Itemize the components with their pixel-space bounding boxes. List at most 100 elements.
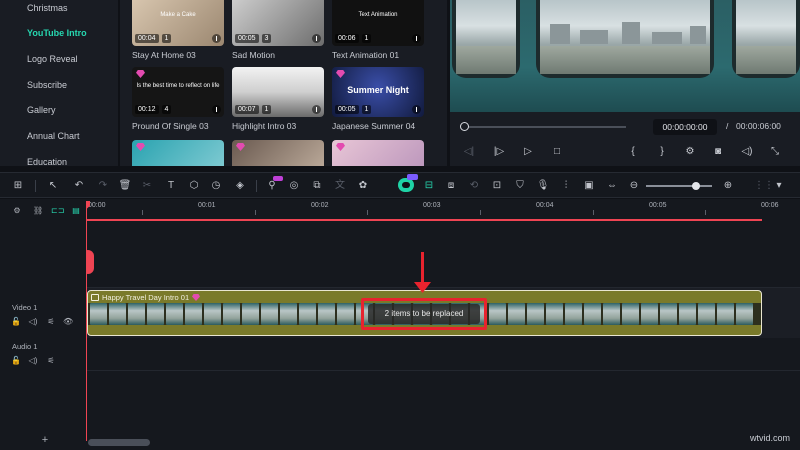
volume-icon[interactable]: ◁) [740,145,754,159]
fit-timeline-icon[interactable]: ⇔ [605,179,619,193]
template-thumbnail[interactable]: 00:05 3 [232,0,324,46]
playhead-marker[interactable] [86,250,94,274]
template-thumbnail[interactable] [332,140,424,166]
horizontal-scrollbar[interactable] [88,439,150,446]
playhead[interactable] [86,201,94,441]
clip-info-icon[interactable]: ⧈ [444,179,458,193]
zoom-out-icon[interactable]: ⊖ [627,179,641,193]
color-palette-icon[interactable]: ✿ [356,179,370,193]
chevron-down-icon[interactable]: ▾ [772,179,786,193]
eye-icon[interactable]: 👁 [63,317,73,327]
split-icon[interactable]: ✂ [140,179,154,193]
playback-scrubber[interactable] [460,122,626,131]
download-icon[interactable] [312,34,321,43]
template-card[interactable]: 00:07 1 Highlight Intro 03 [232,67,324,131]
template-card[interactable]: Summer Night 00:05 1 Japanese Summer 04 [332,67,424,131]
mute-icon[interactable]: ⚟ [46,356,56,366]
stabilize-icon[interactable]: ⟲ [467,179,481,193]
audio-track[interactable] [86,338,800,370]
zoom-in-icon[interactable]: ⊕ [721,179,735,193]
layout-grid-icon[interactable]: ⊞ [11,179,25,193]
shield-icon[interactable]: ⛉ [513,179,527,193]
auto-reframe-icon[interactable]: ◎ [287,179,301,193]
panel-grip-icon[interactable]: ⋮⋮ [754,179,774,193]
microphone-icon[interactable]: 🎙 [536,179,550,193]
audio-mixer-icon[interactable]: ⫶ [559,179,573,193]
ai-copilot-button[interactable] [398,178,414,192]
mask-icon[interactable]: ⊡ [490,179,504,193]
template-card[interactable] [232,140,324,166]
speed-icon[interactable]: ◷ [209,179,223,193]
time-ruler[interactable]: 00:00 00:01 00:02 00:03 00:04 00:05 00:0… [86,199,800,221]
download-icon[interactable] [412,105,421,114]
template-thumbnail[interactable]: 00:07 1 [232,67,324,117]
template-thumbnail[interactable] [132,140,224,166]
snapshot-icon[interactable]: ◙ [711,145,725,159]
select-tool-icon[interactable]: ↖ [46,179,60,193]
sidebar-item-education[interactable]: Education [27,157,67,166]
download-icon[interactable] [312,105,321,114]
download-icon[interactable] [212,34,221,43]
copy-icon[interactable]: ⧉ [310,179,324,193]
template-card[interactable]: Text Animation 00:06 1 Text Animation 01 [332,0,424,60]
template-card[interactable]: 00:05 3 Sad Motion [232,0,324,60]
download-icon[interactable] [212,105,221,114]
zoom-slider[interactable] [646,182,712,190]
filmstrip-frame [508,303,525,325]
next-frame-icon[interactable]: |▷ [492,145,506,159]
template-thumbnail[interactable]: Text Animation 00:06 1 [332,0,424,46]
translate-icon[interactable]: 文 [333,179,347,193]
filmstrip-frame [565,303,582,325]
fullscreen-icon[interactable]: ⤡ [768,145,782,159]
auto-ripple-icon[interactable]: ⊏⊐ [51,206,64,216]
render-preview-icon[interactable]: ▣ [582,179,596,193]
template-card[interactable]: Is the best time to reflect on life 00:1… [132,67,224,131]
play-icon[interactable]: ▷ [521,145,535,159]
volume-icon[interactable]: ◁) [28,317,38,327]
category-sidebar: Christmas YouTube Intro Logo Reveal Subs… [0,0,118,166]
sidebar-item-christmas[interactable]: Christmas [27,3,68,13]
template-card[interactable]: Make a Cake 00:04 1 Stay At Home 03 [132,0,224,60]
mute-icon[interactable]: ⚟ [46,317,56,327]
snap-icon[interactable]: ⊟ [422,179,436,193]
audio-track-label: Audio 1 [12,342,38,351]
template-thumbnail[interactable] [232,140,324,166]
sidebar-item-annual-chart[interactable]: Annual Chart [27,131,80,141]
download-icon[interactable] [412,34,421,43]
filmstrip-frame [242,303,259,325]
template-card[interactable] [132,140,224,166]
redo-icon[interactable]: ↷ [96,179,110,193]
link-icon[interactable]: ⛓ [33,206,43,216]
video-preview[interactable] [450,0,800,112]
template-thumbnail[interactable]: Make a Cake 00:04 1 [132,0,224,46]
text-icon[interactable]: T [164,179,178,193]
add-track-icon[interactable]: + [40,435,50,446]
scrubber-handle[interactable] [460,122,469,131]
sidebar-item-logo-reveal[interactable]: Logo Reveal [27,54,78,64]
template-card[interactable] [332,140,424,166]
crop-icon[interactable]: ⬡ [187,179,201,193]
undo-icon[interactable]: ↶ [72,179,86,193]
previous-frame-icon[interactable]: ◁| [462,145,476,159]
delete-icon[interactable]: 🗑 [118,179,132,193]
stop-icon[interactable]: □ [550,145,564,159]
zoom-slider-handle[interactable] [692,182,700,190]
volume-icon[interactable]: ◁) [28,356,38,366]
ai-tool-icon[interactable]: ⚲ [265,176,283,193]
template-thumbnail[interactable]: Is the best time to reflect on life 00:1… [132,67,224,117]
ruler-tick-label: 00:03 [423,202,441,209]
magnet-track-icon[interactable]: ▤ [71,206,81,216]
premium-gem-icon [136,143,145,151]
track-settings-icon[interactable]: ⚙ [12,206,22,216]
sidebar-item-subscribe[interactable]: Subscribe [27,80,67,90]
sidebar-item-youtube-intro[interactable]: YouTube Intro [27,28,87,38]
new-badge [273,176,283,181]
mark-out-icon[interactable]: } [655,145,669,159]
mark-in-icon[interactable]: { [626,145,640,159]
sidebar-item-gallery[interactable]: Gallery [27,105,56,115]
template-thumbnail[interactable]: Summer Night 00:05 1 [332,67,424,117]
keyframe-icon[interactable]: ◈ [233,179,247,193]
lock-icon[interactable]: 🔓 [11,356,21,366]
settings-icon[interactable]: ⚙ [683,145,697,159]
lock-icon[interactable]: 🔓 [11,317,21,327]
